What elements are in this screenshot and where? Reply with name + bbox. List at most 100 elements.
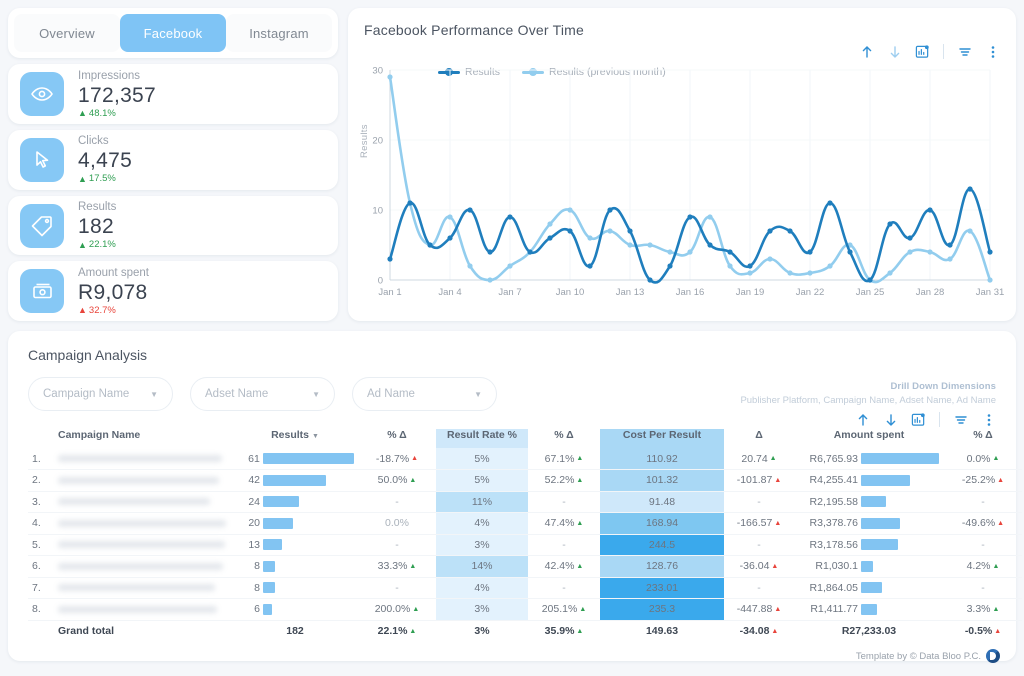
delta-none: 0.0% bbox=[385, 517, 409, 529]
sort-descending-icon[interactable] bbox=[883, 412, 898, 427]
kpi-clicks-label: Clicks bbox=[78, 134, 132, 148]
toolbar-divider bbox=[939, 412, 940, 427]
amount-bar bbox=[861, 582, 882, 593]
eye-icon bbox=[20, 72, 64, 116]
row-results-pct-delta: - bbox=[358, 491, 436, 513]
row-rate-pct-delta: 42.4% ▲ bbox=[528, 556, 600, 578]
delta-none: - bbox=[395, 539, 399, 551]
row-results-pct-delta: 200.0% ▲ bbox=[358, 599, 436, 621]
amount-value: R1,864.05 bbox=[798, 582, 858, 594]
filter-icon[interactable] bbox=[953, 412, 968, 427]
total-cpr-delta: -34.08 ▲ bbox=[724, 620, 794, 642]
col-results-label: Results bbox=[271, 429, 309, 441]
col-amount-spent[interactable]: Amount spent bbox=[794, 429, 944, 448]
row-amount-pct-delta: -25.2% ▲ bbox=[944, 470, 1022, 492]
campaign-name-filter[interactable]: Campaign Name ▼ bbox=[28, 377, 173, 411]
redacted-campaign-name bbox=[58, 584, 215, 591]
table-row[interactable]: 3. 24 - 11% - 91.48 - R2,195.58 - bbox=[28, 491, 1022, 513]
delta-value: 67.1% ▲ bbox=[545, 453, 584, 465]
col-results[interactable]: Results ▼ bbox=[232, 429, 358, 448]
campaign-table: Campaign Name Results ▼ % Δ Result Rate … bbox=[28, 429, 1022, 642]
row-amount-spent: R1,030.1 bbox=[794, 556, 944, 578]
row-results-pct-delta: 50.0% ▲ bbox=[358, 470, 436, 492]
row-campaign-name bbox=[54, 491, 232, 513]
amount-bar bbox=[861, 539, 898, 550]
table-body: 1. 61 -18.7% ▲ 5% 67.1% ▲ 110.92 20.74 ▲ R6,765… bbox=[28, 448, 1022, 642]
footer-text: Template by © Data Bloo P.C. bbox=[856, 651, 981, 662]
row-index: 3. bbox=[28, 491, 54, 513]
total-rate-pct-delta: 35.9% ▲ bbox=[528, 620, 600, 642]
more-options-icon[interactable] bbox=[981, 412, 996, 427]
row-result-rate: 4% bbox=[436, 577, 528, 599]
delta-value: 22.1% ▲ bbox=[378, 625, 417, 637]
table-row[interactable]: 5. 13 - 3% - 244.5 - R3,178.56 - bbox=[28, 534, 1022, 556]
tab-instagram[interactable]: Instagram bbox=[226, 14, 332, 52]
results-bar-cell: 8 bbox=[236, 560, 354, 572]
col-results-pct-delta[interactable]: % Δ bbox=[358, 429, 436, 448]
row-amount-pct-delta: - bbox=[944, 491, 1022, 513]
filter-icon[interactable] bbox=[957, 44, 972, 59]
delta-value: -447.88 ▲ bbox=[737, 603, 782, 615]
col-result-rate[interactable]: Result Rate % bbox=[436, 429, 528, 448]
row-results: 8 bbox=[232, 577, 358, 599]
arrow-up-icon: ▲ bbox=[993, 563, 1000, 570]
tab-facebook[interactable]: Facebook bbox=[120, 14, 226, 52]
table-row[interactable]: 6. 8 33.3% ▲ 14% 42.4% ▲ 128.76 -36.04 ▲ R1,030… bbox=[28, 556, 1022, 578]
ad-name-filter[interactable]: Ad Name ▼ bbox=[352, 377, 497, 411]
col-cpr-delta[interactable]: Δ bbox=[724, 429, 794, 448]
kpi-clicks-delta: ▲ 17.5% bbox=[78, 173, 132, 185]
kpi-card-impressions[interactable]: Impressions 172,357 ▲ 48.1% bbox=[8, 64, 338, 124]
total-cost-per-result: 149.63 bbox=[600, 620, 724, 642]
table-header-row: Campaign Name Results ▼ % Δ Result Rate … bbox=[28, 429, 1022, 448]
results-bar-cell: 42 bbox=[236, 474, 354, 486]
table-row[interactable]: 2. 42 50.0% ▲ 5% 52.2% ▲ 101.32 -101.87 ▲ R4,25… bbox=[28, 470, 1022, 492]
kpi-clicks-delta-value: 17.5% bbox=[89, 173, 116, 185]
tab-overview[interactable]: Overview bbox=[14, 14, 120, 52]
kpi-card-amount-spent[interactable]: Amount spent R9,078 ▲ 32.7% bbox=[8, 261, 338, 321]
row-results-pct-delta: 0.0% bbox=[358, 513, 436, 535]
sort-ascending-icon[interactable] bbox=[859, 44, 874, 59]
delta-none: - bbox=[981, 496, 985, 508]
delta-value: 200.0% ▲ bbox=[375, 603, 420, 615]
table-row[interactable]: 1. 61 -18.7% ▲ 5% 67.1% ▲ 110.92 20.74 ▲ R6,765… bbox=[28, 448, 1022, 470]
redacted-campaign-name bbox=[58, 498, 210, 505]
more-options-icon[interactable] bbox=[985, 44, 1000, 59]
export-chart-icon[interactable] bbox=[915, 44, 930, 59]
svg-text:Jan 19: Jan 19 bbox=[736, 287, 765, 298]
row-result-rate: 11% bbox=[436, 491, 528, 513]
col-amount-pct-delta[interactable]: % Δ bbox=[944, 429, 1022, 448]
row-rate-pct-delta: 52.2% ▲ bbox=[528, 470, 600, 492]
delta-value: -101.87 ▲ bbox=[737, 474, 782, 486]
adset-name-filter[interactable]: Adset Name ▼ bbox=[190, 377, 335, 411]
total-results: 182 bbox=[232, 620, 358, 642]
campaign-name-filter-label: Campaign Name bbox=[43, 388, 129, 400]
table-row[interactable]: 4. 20 0.0% 4% 47.4% ▲ 168.94 -166.57 ▲ R3,378.7… bbox=[28, 513, 1022, 535]
sort-descending-icon[interactable] bbox=[887, 44, 902, 59]
table-toolbar bbox=[855, 412, 996, 427]
kpi-card-results[interactable]: Results 182 ▲ 22.1% bbox=[8, 196, 338, 256]
svg-text:Jan 7: Jan 7 bbox=[498, 287, 521, 298]
col-rate-pct-delta[interactable]: % Δ bbox=[528, 429, 600, 448]
arrow-up-icon: ▲ bbox=[409, 628, 416, 635]
row-campaign-name bbox=[54, 470, 232, 492]
results-bar-cell: 24 bbox=[236, 496, 354, 508]
results-value: 42 bbox=[236, 474, 260, 486]
table-row[interactable]: 8. 6 200.0% ▲ 3% 205.1% ▲ 235.3 -447.88 ▲ R1,41… bbox=[28, 599, 1022, 621]
kpi-card-clicks[interactable]: Clicks 4,475 ▲ 17.5% bbox=[8, 130, 338, 190]
table-row[interactable]: 7. 8 - 4% - 233.01 - R1,864.05 - bbox=[28, 577, 1022, 599]
dashboard-page: Overview Facebook Instagram Impressions bbox=[0, 0, 1024, 676]
chart-title: Facebook Performance Over Time bbox=[364, 22, 1000, 38]
total-index bbox=[28, 620, 54, 642]
delta-none: - bbox=[562, 582, 566, 594]
total-result-rate: 3% bbox=[436, 620, 528, 642]
arrow-down-icon: ▲ bbox=[997, 520, 1004, 527]
arrow-up-icon: ▲ bbox=[409, 563, 416, 570]
sort-ascending-icon[interactable] bbox=[855, 412, 870, 427]
export-chart-icon[interactable] bbox=[911, 412, 926, 427]
col-campaign-name[interactable]: Campaign Name bbox=[54, 429, 232, 448]
delta-none: - bbox=[981, 582, 985, 594]
kpi-amount-spent-delta: ▲ 32.7% bbox=[78, 305, 149, 317]
results-value: 13 bbox=[236, 539, 260, 551]
col-cost-per-result[interactable]: Cost Per Result bbox=[600, 429, 724, 448]
data-bloo-logo-icon bbox=[986, 649, 1000, 663]
